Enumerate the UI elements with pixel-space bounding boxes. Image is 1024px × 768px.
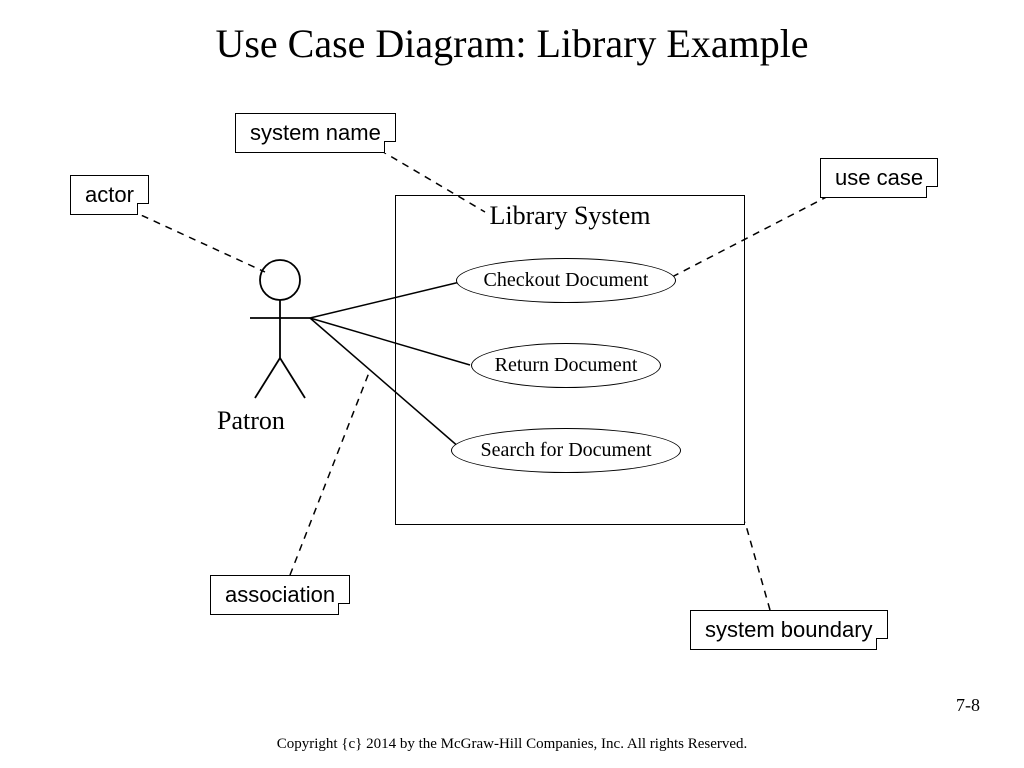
usecase-return: Return Document (471, 343, 661, 388)
note-system-boundary-text: system boundary (705, 617, 873, 642)
note-association-text: association (225, 582, 335, 607)
note-use-case-text: use case (835, 165, 923, 190)
system-boundary-box: Library System Checkout Document Return … (395, 195, 745, 525)
page-title: Use Case Diagram: Library Example (0, 20, 1024, 67)
note-system-boundary: system boundary (690, 610, 888, 650)
note-actor-text: actor (85, 182, 134, 207)
actor-icon (250, 260, 310, 398)
note-association: association (210, 575, 350, 615)
note-actor: actor (70, 175, 149, 215)
page-number: 7-8 (956, 695, 980, 716)
copyright-footer: Copyright {c} 2014 by the McGraw-Hill Co… (0, 736, 1024, 753)
note-fold-icon (876, 638, 888, 650)
note-use-case: use case (820, 158, 938, 198)
note-fold-icon (926, 186, 938, 198)
note-fold-icon (384, 141, 396, 153)
usecase-search: Search for Document (451, 428, 681, 473)
note-system-name-text: system name (250, 120, 381, 145)
actor-label: Patron (217, 406, 285, 436)
system-title: Library System (396, 201, 744, 231)
note-system-name: system name (235, 113, 396, 153)
usecase-checkout: Checkout Document (456, 258, 676, 303)
note-fold-icon (338, 603, 350, 615)
note-fold-icon (137, 203, 149, 215)
